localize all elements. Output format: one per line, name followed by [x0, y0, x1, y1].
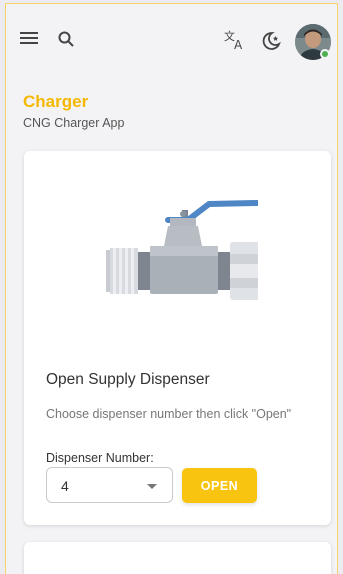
chevron-down-icon	[147, 484, 157, 489]
top-app-bar: 文 A	[6, 4, 337, 64]
dispenser-number-label: Dispenser Number:	[46, 451, 154, 465]
card-heading: Open Supply Dispenser	[46, 371, 210, 388]
hamburger-menu-icon[interactable]	[18, 27, 40, 49]
gas-valve-icon	[98, 196, 261, 311]
page-subtitle: CNG Charger App	[23, 116, 125, 130]
open-button[interactable]: OPEN	[182, 468, 257, 503]
dark-mode-moon-icon[interactable]	[258, 28, 284, 54]
card-description: Choose dispenser number then click "Open…	[46, 407, 292, 421]
page-title: Charger	[23, 92, 89, 111]
search-icon[interactable]	[54, 27, 78, 51]
dispenser-number-select[interactable]: 4	[46, 467, 173, 503]
app-frame: 文 A Charger CNG Charger App Open Supply …	[5, 3, 338, 574]
translate-icon[interactable]: 文 A	[222, 27, 248, 53]
svg-text:A: A	[234, 38, 243, 51]
online-status-dot	[320, 49, 330, 59]
dispenser-number-value: 4	[61, 478, 69, 494]
next-card	[24, 542, 331, 574]
open-dispenser-card: Open Supply Dispenser Choose dispenser n…	[24, 151, 331, 525]
